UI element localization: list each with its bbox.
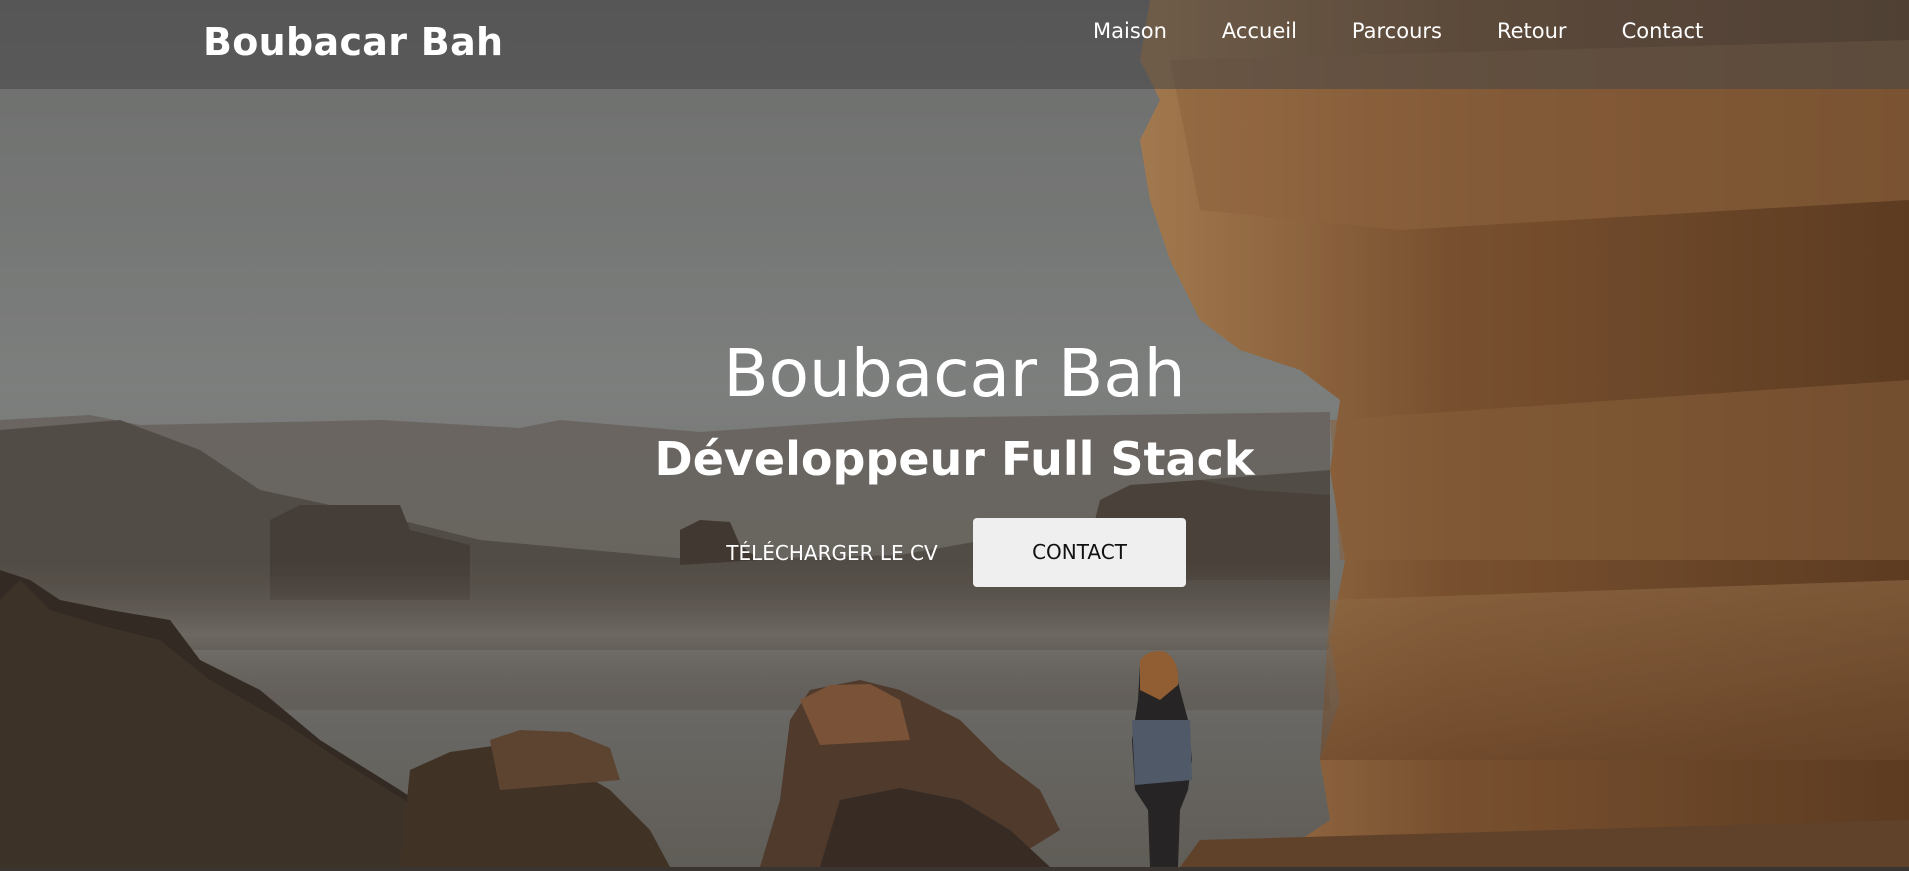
brand-logo[interactable]: Boubacar Bah: [203, 20, 503, 64]
nav-menu: Maison Accueil Parcours Retour Contact: [1093, 19, 1703, 43]
nav-item-accueil[interactable]: Accueil: [1222, 19, 1297, 43]
hero-subtitle: Développeur Full Stack: [654, 432, 1255, 486]
navbar: Boubacar Bah Maison Accueil Parcours Ret…: [0, 0, 1909, 89]
contact-button[interactable]: CONTACT: [973, 518, 1186, 587]
nav-item-retour[interactable]: Retour: [1497, 19, 1567, 43]
nav-item-maison[interactable]: Maison: [1093, 19, 1167, 43]
download-cv-button[interactable]: TÉLÉCHARGER LE CV: [720, 527, 944, 579]
hero-title: Boubacar Bah: [723, 335, 1186, 412]
nav-item-parcours[interactable]: Parcours: [1352, 19, 1442, 43]
nav-item-contact[interactable]: Contact: [1622, 19, 1704, 43]
